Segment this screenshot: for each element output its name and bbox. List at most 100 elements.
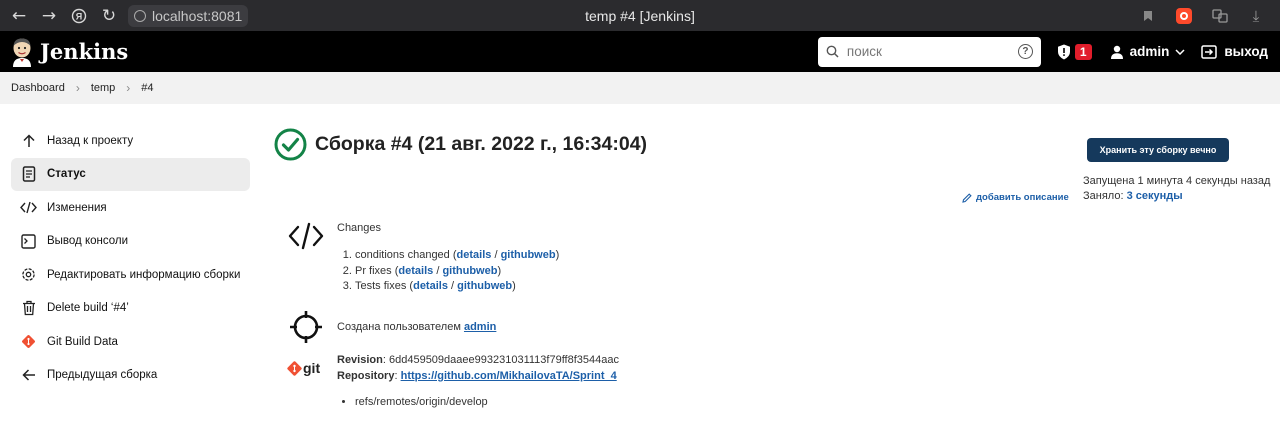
pencil-icon	[962, 192, 972, 203]
sidebar-item-previous-build[interactable]: Предыдущая сборка	[11, 359, 250, 393]
list-item: refs/remotes/origin/develop	[355, 395, 619, 410]
brand-title: Jenkins	[40, 39, 129, 64]
shield-icon	[1057, 44, 1070, 59]
breadcrumb: Dashboard › temp › #4	[0, 72, 1280, 104]
list-item: Tests fixes (details / githubweb)	[355, 279, 559, 295]
arrow-left-icon	[20, 367, 37, 384]
changes-list: conditions changed (details / githubweb)…	[355, 248, 559, 295]
githubweb-link[interactable]: githubweb	[501, 249, 556, 261]
sidebar-item-label: Git Build Data	[47, 335, 118, 348]
duration-label: Заняло:	[1083, 190, 1124, 202]
change-message: Tests fixes	[355, 280, 407, 292]
cause-text: Создана пользователем	[337, 321, 461, 333]
changes-heading: Changes	[337, 222, 382, 234]
address-bar[interactable]: localhost:8081	[128, 4, 249, 27]
duration-link[interactable]: 3 секунды	[1127, 190, 1183, 202]
add-description-link[interactable]: добавить описание	[962, 192, 1069, 203]
chevron-right-icon: ›	[75, 81, 80, 95]
branch-list: refs/remotes/origin/develop	[355, 395, 619, 410]
repository-label: Repository	[337, 370, 395, 382]
main-content: Сборка #4 (21 авг. 2022 г., 16:34:04) Хр…	[274, 128, 1270, 408]
breadcrumb-build[interactable]: #4	[141, 82, 153, 94]
sidebar-item-delete-build[interactable]: Delete build ‘#4’	[11, 292, 250, 326]
git-repository: Repository: https://github.com/Mikhailov…	[337, 370, 617, 382]
sidebar-item-console[interactable]: Вывод консоли	[11, 225, 250, 259]
git-revision: Revision: 6dd459509daaee993231031113f79f…	[337, 354, 619, 366]
sidebar-item-edit-build-info[interactable]: Редактировать информацию сборки	[11, 258, 250, 292]
build-started-time: Запущена 1 минута 4 секунды назад	[1083, 175, 1271, 187]
forward-icon[interactable]: →	[34, 0, 64, 31]
sidebar-item-back-to-project[interactable]: Назад к проекту	[11, 124, 250, 158]
add-description-label: добавить описание	[976, 192, 1069, 203]
repository-link[interactable]: https://github.com/MikhailovaTA/Sprint_4	[401, 370, 617, 382]
build-duration: Заняло: 3 секунды	[1083, 190, 1183, 202]
translate-icon[interactable]	[1202, 0, 1238, 31]
sidebar-item-label: Статус	[47, 168, 86, 181]
details-link[interactable]: details	[398, 265, 433, 277]
list-item: Pr fixes (details / githubweb)	[355, 264, 559, 280]
change-message: Pr fixes	[355, 264, 392, 277]
git-section: git Revision: 6dd459509daaee993231031113…	[286, 352, 619, 410]
sidebar-item-git-build-data[interactable]: Git Build Data	[11, 325, 250, 359]
git-logo-icon: git	[286, 352, 326, 410]
document-icon	[20, 166, 37, 183]
page-title: Сборка #4 (21 авг. 2022 г., 16:34:04)	[315, 133, 648, 155]
sidebar-item-label: Delete build ‘#4’	[47, 302, 129, 315]
address-text: localhost:8081	[152, 7, 243, 24]
githubweb-link[interactable]: githubweb	[442, 265, 497, 277]
code-icon	[20, 199, 37, 216]
svg-text:Я: Я	[76, 11, 82, 21]
githubweb-link[interactable]: githubweb	[457, 280, 512, 292]
breadcrumb-dashboard[interactable]: Dashboard	[11, 82, 65, 94]
code-icon	[286, 222, 326, 295]
logout-label: выход	[1224, 44, 1268, 59]
cause-user-link[interactable]: admin	[464, 321, 496, 333]
jenkins-header: Jenkins поиск ? 1 admin выход	[0, 31, 1280, 72]
git-logo-text: git	[303, 360, 320, 376]
changes-section: Changes conditions changed (details / gi…	[286, 222, 559, 295]
search-input[interactable]: поиск	[847, 44, 1010, 59]
crosshair-icon	[286, 310, 326, 344]
search-box[interactable]: поиск ?	[817, 36, 1041, 67]
sidebar-item-label: Предыдущая сборка	[47, 369, 158, 382]
user-menu[interactable]: admin	[1110, 44, 1186, 59]
arrow-up-icon	[20, 132, 37, 149]
details-link[interactable]: details	[457, 249, 492, 261]
user-name: admin	[1129, 44, 1170, 59]
breadcrumb-job[interactable]: temp	[91, 82, 115, 94]
yandex-icon[interactable]: Я	[64, 0, 94, 31]
gear-icon	[20, 266, 37, 283]
logout-icon	[1201, 44, 1218, 59]
jenkins-butler-icon	[13, 38, 31, 67]
logout-link[interactable]: выход	[1201, 44, 1268, 59]
bookmark-icon[interactable]	[1130, 0, 1166, 31]
search-icon	[826, 45, 839, 58]
alerts-badge: 1	[1074, 43, 1092, 60]
sidebar-item-label: Редактировать информацию сборки	[47, 268, 241, 281]
browser-toolbar: ← → Я ↻ localhost:8081 temp #4 [Jenkins]…	[0, 0, 1280, 31]
user-icon	[1110, 45, 1123, 59]
keep-build-forever-button[interactable]: Хранить эту сборку вечно	[1087, 138, 1229, 162]
sidebar: Назад к проекту Статус Изменения Вывод к…	[11, 124, 250, 392]
opera-extension-icon[interactable]	[1166, 0, 1202, 31]
jenkins-logo[interactable]: Jenkins	[10, 37, 128, 67]
details-link[interactable]: details	[413, 280, 448, 292]
success-status-icon	[274, 128, 307, 161]
revision-label: Revision	[337, 354, 383, 366]
sidebar-item-label: Назад к проекту	[47, 134, 134, 147]
sidebar-item-changes[interactable]: Изменения	[11, 191, 250, 225]
chevron-right-icon: ›	[126, 81, 131, 95]
help-icon[interactable]: ?	[1017, 44, 1033, 59]
sidebar-item-label: Вывод консоли	[47, 235, 129, 248]
trash-icon	[20, 300, 37, 317]
download-icon[interactable]: ⤓	[1238, 0, 1274, 31]
sidebar-item-status[interactable]: Статус	[11, 157, 250, 191]
security-alerts[interactable]: 1	[1057, 43, 1092, 60]
git-icon	[20, 333, 37, 350]
back-icon[interactable]: ←	[4, 0, 34, 31]
reload-icon[interactable]: ↻	[94, 0, 124, 31]
change-message: conditions changed	[355, 249, 450, 261]
revision-value: 6dd459509daaee993231031113f79ff8f3544aac	[388, 354, 619, 366]
chevron-down-icon	[1175, 48, 1185, 55]
cause-section: Создана пользователем admin	[286, 310, 496, 344]
